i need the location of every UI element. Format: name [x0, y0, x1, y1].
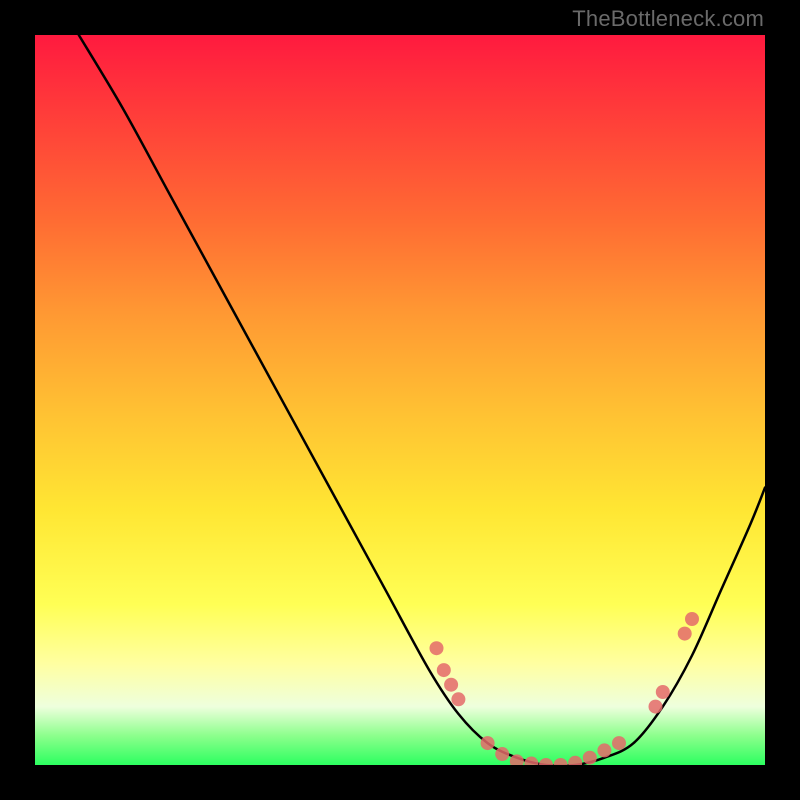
- data-point: [583, 751, 597, 765]
- data-point: [437, 663, 451, 677]
- plot-area: [35, 35, 765, 765]
- data-point: [430, 641, 444, 655]
- chart-frame: TheBottleneck.com: [0, 0, 800, 800]
- data-point: [524, 757, 538, 765]
- data-point: [612, 736, 626, 750]
- data-point: [539, 758, 553, 765]
- data-points-group: [430, 612, 700, 765]
- data-point: [678, 627, 692, 641]
- data-point: [495, 747, 509, 761]
- chart-svg: [35, 35, 765, 765]
- data-point: [451, 692, 465, 706]
- data-point: [554, 758, 568, 765]
- bottleneck-curve: [79, 35, 765, 765]
- data-point: [597, 743, 611, 757]
- data-point: [444, 678, 458, 692]
- data-point: [656, 685, 670, 699]
- data-point: [481, 736, 495, 750]
- data-point: [685, 612, 699, 626]
- data-point: [649, 700, 663, 714]
- data-point: [568, 756, 582, 765]
- watermark-text: TheBottleneck.com: [572, 6, 764, 32]
